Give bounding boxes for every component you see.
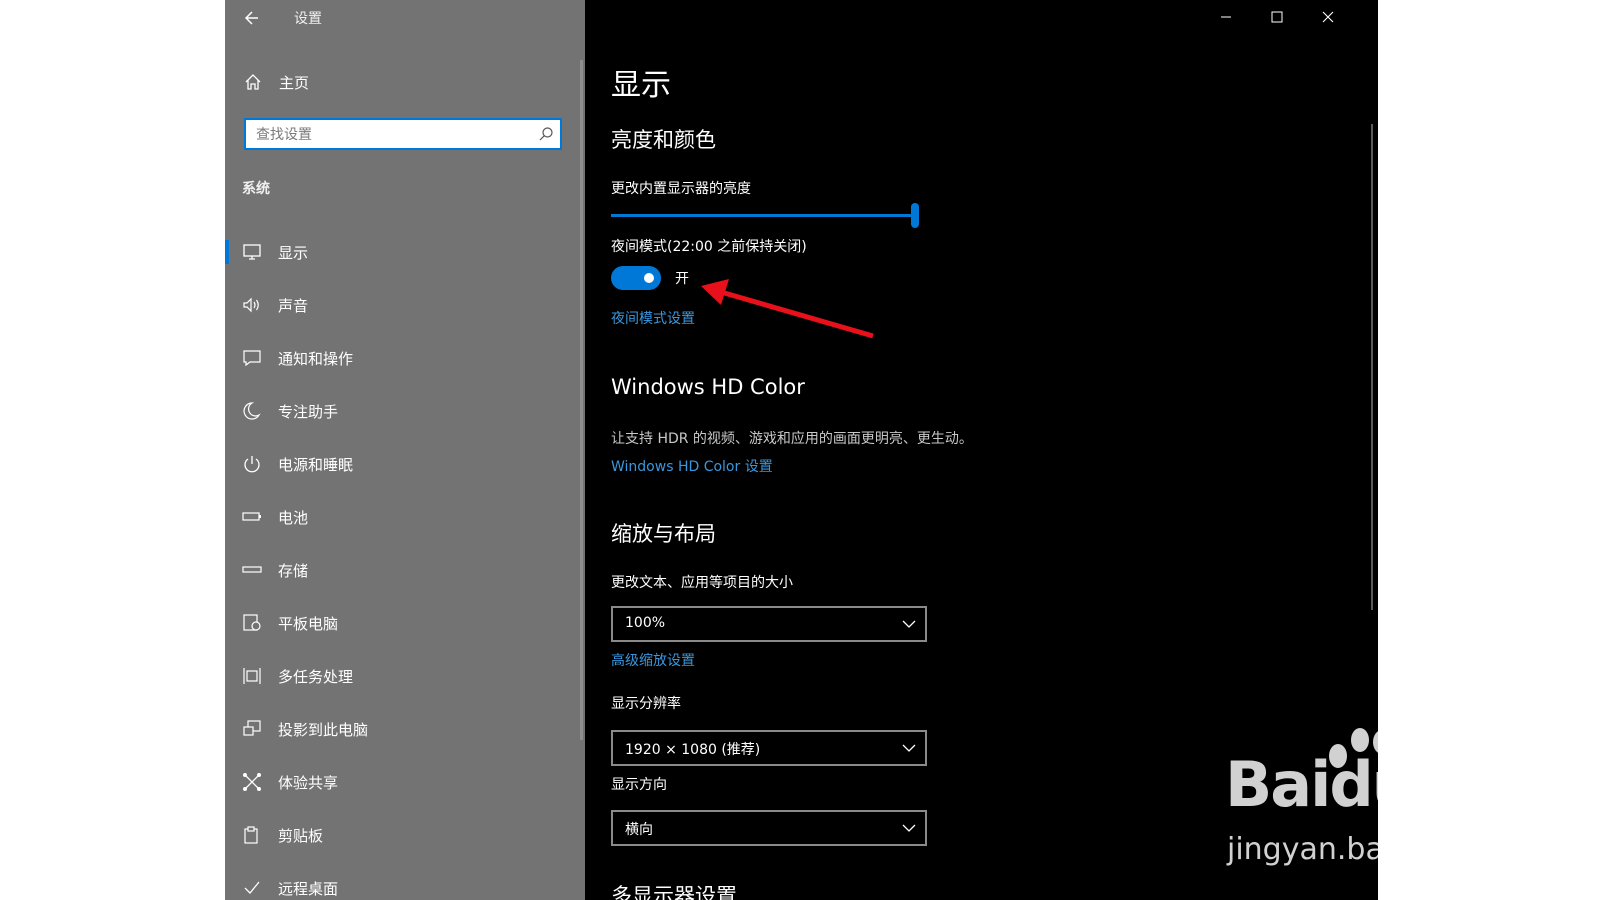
back-arrow-icon[interactable] [243, 6, 263, 30]
night-mode-settings-link[interactable]: 夜间模式设置 [611, 308, 695, 328]
sidebar-item-shared-experiences[interactable]: 体验共享 [225, 760, 585, 804]
orientation-dropdown[interactable]: 横向 [611, 810, 927, 846]
settings-window: 设置 主页 系统 显示 声音 通知和操作 [225, 0, 1378, 900]
sidebar-item-label: 平板电脑 [278, 615, 339, 633]
sidebar-item-label: 投影到此电脑 [278, 721, 369, 739]
brightness-slider[interactable] [611, 202, 927, 230]
sidebar-item-tablet[interactable]: 平板电脑 [225, 601, 585, 645]
page-title: 显示 [611, 68, 671, 103]
sidebar-item-battery[interactable]: 电池 [225, 495, 585, 539]
scale-value: 100% [625, 615, 666, 631]
scale-label: 更改文本、应用等项目的大小 [611, 575, 793, 591]
sidebar-item-remote-desktop[interactable]: 远程桌面 [225, 866, 585, 900]
night-mode-label: 夜间模式(22:00 之前保持关闭) [611, 239, 807, 255]
search-box [244, 118, 562, 150]
advanced-scaling-link[interactable]: 高级缩放设置 [611, 650, 695, 670]
chevron-down-icon [902, 744, 916, 752]
slider-thumb[interactable] [911, 203, 919, 228]
chevron-down-icon [902, 824, 916, 832]
clipboard-icon [244, 826, 258, 844]
night-mode-toggle[interactable] [611, 266, 661, 290]
sidebar-item-multitasking[interactable]: 多任务处理 [225, 654, 585, 698]
sidebar-item-label: 存储 [278, 562, 309, 580]
notification-icon [243, 350, 261, 367]
toggle-knob [644, 273, 654, 283]
sidebar-item-storage[interactable]: 存储 [225, 548, 585, 592]
content-scrollbar[interactable] [1371, 124, 1373, 610]
resolution-dropdown[interactable]: 1920 × 1080 (推荐) [611, 730, 927, 766]
sidebar-item-notifications[interactable]: 通知和操作 [225, 336, 585, 380]
watermark-logo-cn: 经验 [1409, 769, 1514, 829]
share-icon [243, 773, 261, 791]
scale-heading: 缩放与布局 [611, 522, 716, 546]
project-icon [243, 720, 261, 736]
power-icon [244, 456, 260, 473]
resolution-label: 显示分辨率 [611, 696, 681, 712]
sidebar-item-focus-assist[interactable]: 专注助手 [225, 389, 585, 433]
sidebar-item-label: 声音 [278, 297, 309, 315]
monitor-icon [243, 244, 261, 260]
storage-icon [242, 566, 262, 573]
sidebar-item-label: 专注助手 [278, 403, 339, 421]
scale-dropdown[interactable]: 100% [611, 606, 927, 642]
hdr-description: 让支持 HDR 的视频、游戏和应用的画面更明亮、更生动。 [611, 431, 973, 447]
brightness-label: 更改内置显示器的亮度 [611, 181, 751, 197]
sidebar-item-label: 电源和睡眠 [278, 456, 354, 474]
search-icon[interactable] [538, 126, 554, 142]
resolution-value: 1920 × 1080 (推荐) [625, 742, 761, 758]
sidebar-item-power[interactable]: 电源和睡眠 [225, 442, 585, 486]
search-input[interactable] [254, 124, 528, 146]
sidebar-scrollbar[interactable] [580, 60, 583, 740]
slider-track [611, 214, 917, 217]
sidebar-item-label: 体验共享 [278, 774, 339, 792]
sidebar-item-project[interactable]: 投影到此电脑 [225, 707, 585, 751]
active-indicator [225, 240, 229, 264]
tablet-icon [243, 614, 261, 631]
section-header-system: 系统 [242, 181, 270, 197]
multi-display-heading: 多显示器设置 [611, 884, 737, 900]
sidebar-item-label: 多任务处理 [278, 668, 354, 686]
sidebar: 设置 主页 系统 显示 声音 通知和操作 [225, 0, 585, 900]
orientation-value: 横向 [625, 822, 653, 838]
sidebar-item-label: 电池 [278, 509, 309, 527]
main-content: 显示 亮度和颜色 更改内置显示器的亮度 夜间模式(22:00 之前保持关闭) 开… [585, 0, 1378, 900]
sidebar-item-label: 通知和操作 [278, 350, 354, 368]
sidebar-item-display[interactable]: 显示 [225, 230, 585, 274]
window-title: 设置 [294, 11, 322, 27]
home-label: 主页 [279, 73, 310, 92]
brightness-heading: 亮度和颜色 [611, 128, 716, 152]
battery-icon [242, 512, 261, 521]
annotation-arrow [701, 279, 874, 339]
orientation-label: 显示方向 [611, 777, 667, 793]
home-link[interactable]: 主页 [243, 70, 309, 94]
multitask-icon [243, 668, 261, 684]
chevron-down-icon [902, 620, 916, 628]
moon-icon [243, 402, 261, 420]
hdr-settings-link[interactable]: Windows HD Color 设置 [611, 456, 773, 476]
sidebar-item-label: 显示 [278, 244, 309, 262]
home-icon [245, 74, 261, 90]
sidebar-item-label: 剪贴板 [278, 827, 324, 845]
speaker-icon [243, 297, 259, 313]
sidebar-item-clipboard[interactable]: 剪贴板 [225, 813, 585, 857]
sidebar-item-label: 远程桌面 [278, 880, 339, 898]
remote-icon [244, 881, 260, 894]
sidebar-item-sound[interactable]: 声音 [225, 283, 585, 327]
hdr-heading: Windows HD Color [611, 375, 805, 399]
